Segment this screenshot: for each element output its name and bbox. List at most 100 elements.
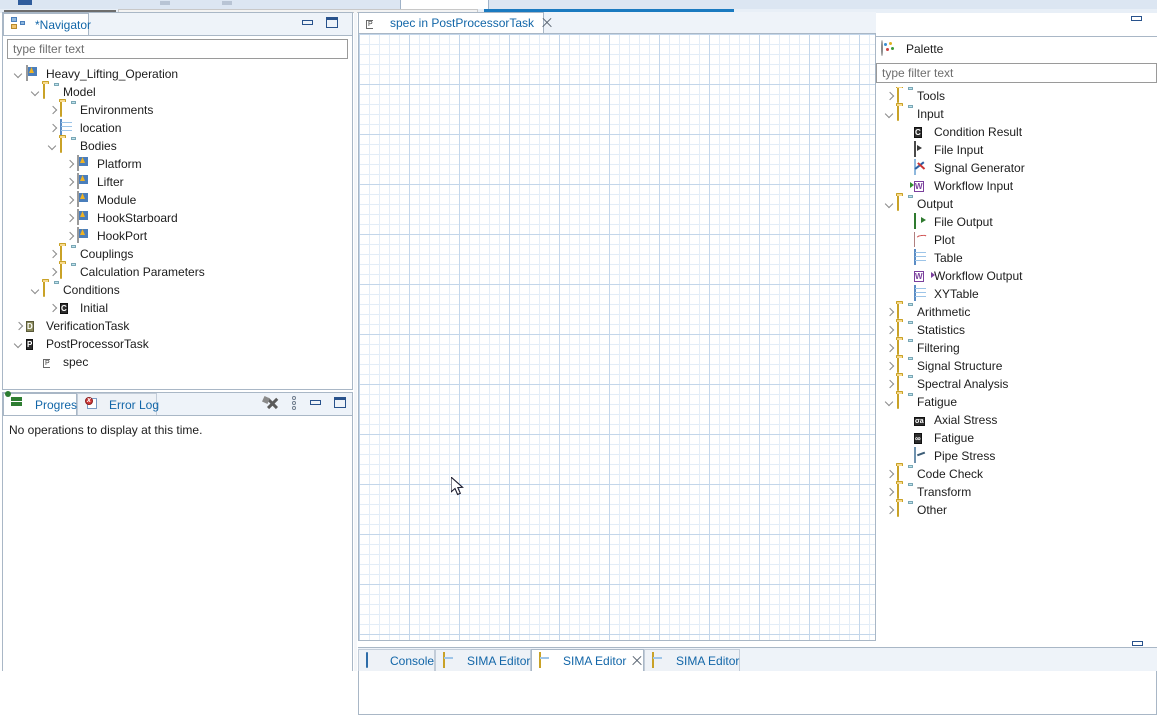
no-expander[interactable] [901,271,912,282]
remove-all-icon[interactable] [263,396,281,410]
navigator-tree[interactable]: Heavy_Lifting_OperationModelEnvironments… [7,65,348,371]
chevron-right-icon[interactable] [64,159,75,170]
no-expander[interactable] [901,145,912,156]
tree-item[interactable]: CInitial [7,299,348,317]
navigator-filter-input[interactable]: type filter text [7,39,348,59]
chevron-right-icon[interactable] [884,343,895,354]
navigator-minimize-icon[interactable] [300,16,316,30]
tree-item[interactable]: ∞Fatigue [882,429,1155,447]
tree-item[interactable]: Module [7,191,348,209]
chevron-right-icon[interactable] [47,267,58,278]
chevron-right-icon[interactable] [64,231,75,242]
chevron-right-icon[interactable] [47,123,58,134]
chevron-down-icon[interactable] [13,69,24,80]
tree-item[interactable]: CCondition Result [882,123,1155,141]
chevron-right-icon[interactable] [64,177,75,188]
tree-item[interactable]: Bodies [7,137,348,155]
view-menu-icon[interactable] [289,396,299,410]
chevron-right-icon[interactable] [64,195,75,206]
tab-progress[interactable]: Progress [3,393,77,415]
tab-error-log[interactable]: x Error Log [77,393,157,415]
chevron-right-icon[interactable] [47,303,58,314]
no-expander[interactable] [901,163,912,174]
no-expander[interactable] [901,415,912,426]
chevron-down-icon[interactable] [47,141,58,152]
tree-item[interactable]: XYTable [882,285,1155,303]
tree-item[interactable]: Other [882,501,1155,519]
tree-item[interactable]: HookStarboard [7,209,348,227]
tree-item[interactable]: Signal Structure [882,357,1155,375]
tree-item[interactable]: Fatigue [882,393,1155,411]
chevron-right-icon[interactable] [13,321,24,332]
tree-item[interactable]: Code Check [882,465,1155,483]
chevron-down-icon[interactable] [30,285,41,296]
tree-item[interactable]: Environments [7,101,348,119]
chevron-down-icon[interactable] [13,339,24,350]
tree-item[interactable]: Couplings [7,245,348,263]
tree-item[interactable]: location [7,119,348,137]
tree-item[interactable]: Lifter [7,173,348,191]
close-icon[interactable] [630,654,636,668]
tree-item[interactable]: WWorkflow Input [882,177,1155,195]
chevron-right-icon[interactable] [47,105,58,116]
tree-item[interactable]: Input [882,105,1155,123]
chevron-right-icon[interactable] [884,379,895,390]
no-expander[interactable] [901,451,912,462]
editor-canvas[interactable] [358,33,876,641]
tree-item[interactable]: HookPort [7,227,348,245]
chevron-right-icon[interactable] [47,249,58,260]
chevron-right-icon[interactable] [884,325,895,336]
navigator-maximize-icon[interactable] [324,16,340,30]
tab-navigator[interactable]: *Navigator [3,13,89,35]
no-expander[interactable] [901,235,912,246]
editor-stack-minimize-icon[interactable] [1129,12,1145,26]
chevron-down-icon[interactable] [884,397,895,408]
chevron-right-icon[interactable] [884,487,895,498]
palette-filter-input[interactable]: type filter text [876,63,1157,83]
chevron-right-icon[interactable] [884,505,895,516]
chevron-down-icon[interactable] [884,199,895,210]
no-expander[interactable] [901,127,912,138]
no-expander[interactable] [901,289,912,300]
sash-vertical-left[interactable] [354,12,357,713]
tree-item[interactable]: WWorkflow Output [882,267,1155,285]
tree-item[interactable]: Statistics [882,321,1155,339]
tree-item[interactable]: Model [7,83,348,101]
tree-item[interactable]: Plot [882,231,1155,249]
no-expander[interactable] [30,357,41,368]
tree-item[interactable]: Output [882,195,1155,213]
chevron-right-icon[interactable] [64,213,75,224]
tree-item[interactable]: Pipe Stress [882,447,1155,465]
chevron-down-icon[interactable] [30,87,41,98]
bottom-tab-sima-editor-1[interactable]: SIMA Editor [435,649,531,671]
tree-item[interactable]: Transform [882,483,1155,501]
progress-minimize-icon[interactable] [308,396,324,410]
no-expander[interactable] [901,253,912,264]
bottom-tab-console-0[interactable]: Console [358,649,435,671]
no-expander[interactable] [901,217,912,228]
bottom-tab-sima-editor-2[interactable]: SIMA Editor [531,649,644,671]
no-expander[interactable] [901,433,912,444]
chevron-right-icon[interactable] [884,469,895,480]
tree-item[interactable]: Calculation Parameters [7,263,348,281]
tree-item[interactable]: Tools [882,87,1155,105]
tree-item[interactable]: Conditions [7,281,348,299]
tree-item[interactable]: Heavy_Lifting_Operation [7,65,348,83]
chevron-right-icon[interactable] [884,361,895,372]
tab-spec-editor[interactable]: Po spec in PostProcessorTask [358,12,544,34]
bottom-tab-sima-editor-3[interactable]: SIMA Editor [644,649,740,671]
progress-maximize-icon[interactable] [332,396,348,410]
tree-item[interactable]: Pospec [7,353,348,371]
chevron-right-icon[interactable] [884,91,895,102]
tree-item[interactable]: Table [882,249,1155,267]
tree-item[interactable]: File Input [882,141,1155,159]
chevron-right-icon[interactable] [884,307,895,318]
tree-item[interactable]: File Output [882,213,1155,231]
tree-item[interactable]: DVerificationTask [7,317,348,335]
bottom-stack-minimize-icon[interactable] [1130,637,1146,651]
palette-tree[interactable]: ToolsInputCCondition ResultFile Input Sig… [882,87,1155,519]
tree-item[interactable]: Arithmetic [882,303,1155,321]
chevron-down-icon[interactable] [884,109,895,120]
tree-item[interactable]: Filtering [882,339,1155,357]
tree-item[interactable]: Platform [7,155,348,173]
